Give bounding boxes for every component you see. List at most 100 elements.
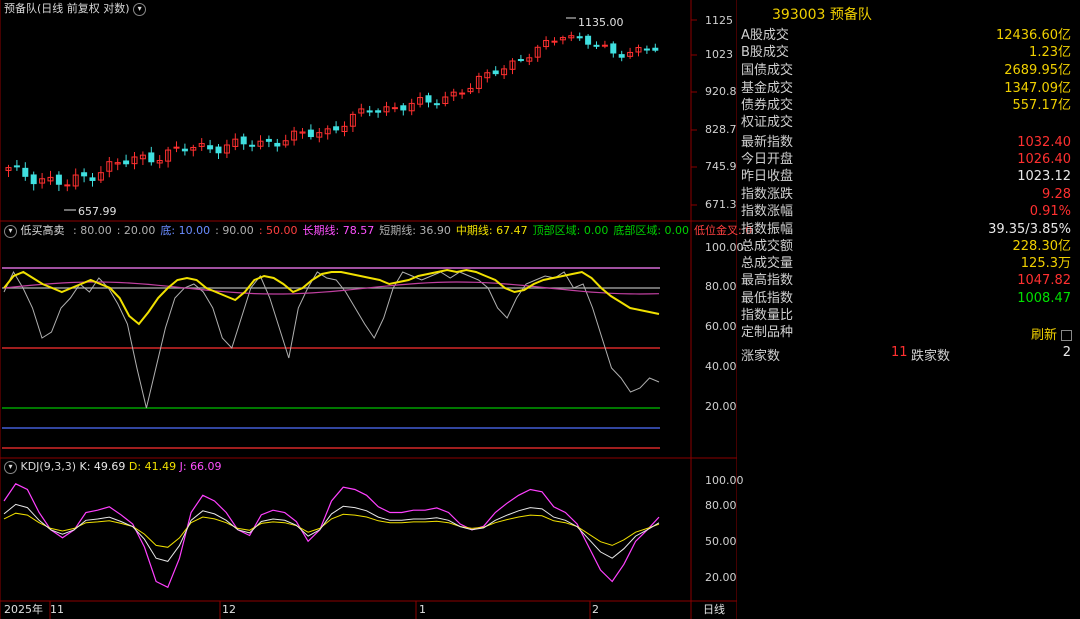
candle-body <box>249 144 256 147</box>
quote-row-label: 指数振幅 <box>741 222 794 237</box>
candle-body <box>89 177 96 181</box>
quote-row: 最新指数 1032.40 <box>741 134 1075 151</box>
indicator1-param: : 90.00 <box>215 224 254 237</box>
quote-row: 指数量比 <box>741 307 1075 324</box>
chart-area[interactable] <box>0 0 737 619</box>
quote-row: 今日开盘 1026.40 <box>741 151 1075 168</box>
low-annotation: 657.99 <box>78 205 117 219</box>
axis-tick-label: 828.7 <box>705 123 737 136</box>
quote-name: 预备队 <box>829 7 872 23</box>
axis-tick-label: 40.00 <box>705 360 737 373</box>
breadth-row: 涨家数 11 跌家数 2 <box>741 345 1075 364</box>
param-value: 10.00 <box>178 224 211 237</box>
indicator-menu-icon[interactable]: ▾ <box>4 460 17 474</box>
candle-body <box>207 145 214 150</box>
candle-body <box>585 35 592 45</box>
quote-row: 国债成交 2689.95亿 <box>741 62 1075 79</box>
candle-body <box>181 148 188 152</box>
quote-row-label: 债券成交 <box>741 98 794 113</box>
quote-row: B股成交 1.23亿 <box>741 44 1075 61</box>
axis-tick-label: 671.3 <box>705 198 737 211</box>
param-label: 长期线 <box>302 224 336 237</box>
candle-body <box>307 129 314 138</box>
candle-body <box>652 47 659 51</box>
quote-row: 基金成交 1347.09亿 <box>741 80 1075 97</box>
candle-body <box>433 103 440 106</box>
candle-body <box>13 165 20 168</box>
candle-body <box>64 184 71 187</box>
quote-row: 债券成交 557.17亿 <box>741 97 1075 114</box>
indicator1-param: 顶部区域: 0.00 <box>532 224 609 237</box>
param-label: 低位金叉 <box>694 224 739 237</box>
up-count: 11 <box>891 345 908 360</box>
quote-row-value: 1023.12 <box>1017 169 1071 184</box>
indicator2-name[interactable]: KDJ(9,3,3) <box>21 460 77 473</box>
main-chart-header: 预备队(日线 前复权 对数) ▾ <box>4 2 147 16</box>
refresh-icon[interactable] <box>1061 330 1073 341</box>
candle-body <box>593 44 600 47</box>
quote-row-value: 9.28 <box>1042 187 1071 202</box>
chevron-down-icon[interactable]: ▾ <box>133 2 147 16</box>
candle-body <box>240 136 247 145</box>
quote-row-label: 指数量比 <box>741 308 794 323</box>
quote-row-label: 基金成交 <box>741 81 794 96</box>
quote-row-label: 最高指数 <box>741 273 794 288</box>
kdj-k-line <box>3 503 660 562</box>
quote-row-value: 125.3万 <box>1020 256 1071 271</box>
candle-body <box>265 138 272 142</box>
quote-row-label: 最新指数 <box>741 135 794 150</box>
quote-row-label: 最低指数 <box>741 291 794 306</box>
axis-tick-label: 1023 <box>705 48 733 61</box>
indicator1-param: 短期线: 36.90 <box>379 224 451 237</box>
candle-body <box>610 43 617 54</box>
quote-row-value: 39.35/3.85% <box>988 222 1071 237</box>
indicator1-param: : 20.00 <box>116 224 156 237</box>
axis-tick-label: 920.8 <box>705 85 737 98</box>
indicator1-name[interactable]: 低买高卖 <box>21 224 65 237</box>
quote-row-label: 今日开盘 <box>741 152 794 167</box>
quote-row-label: 指数涨跌 <box>741 187 794 202</box>
quote-row-label: 国债成交 <box>741 63 794 78</box>
candle-body <box>551 40 558 43</box>
quote-row-value: 1047.82 <box>1017 273 1071 288</box>
param-value: 80.00 <box>80 224 112 237</box>
quote-row: 权证成交 <box>741 114 1075 131</box>
date-axis-dec: 12 <box>222 603 236 616</box>
axis-tick-label: 80.00 <box>705 280 737 293</box>
quote-row-label: B股成交 <box>741 45 789 60</box>
quote-row-value: 557.17亿 <box>1012 98 1072 113</box>
refresh-button[interactable]: 刷新 <box>1031 324 1073 343</box>
quote-row-label: 权证成交 <box>741 115 794 130</box>
indicator-menu-icon[interactable]: ▾ <box>4 224 17 238</box>
candle-body <box>123 160 130 165</box>
candle-body <box>618 54 625 58</box>
indicator1-params: : 80.00: 20.00 底: 10.00: 90.00: 50.00 长期线:… <box>68 224 752 237</box>
quote-row-value: 0.91% <box>1029 204 1071 219</box>
candle-body <box>459 92 466 95</box>
candle-body <box>215 146 222 154</box>
param-label: 中期线 <box>455 224 489 237</box>
quote-row-value: 12436.60亿 <box>995 28 1071 43</box>
candle-body <box>375 110 382 113</box>
indicator1-param: 长期线: 78.57 <box>302 224 375 237</box>
candle-body <box>366 110 373 113</box>
kdj-j-line <box>3 483 660 589</box>
period-label[interactable]: 日线 <box>703 603 725 617</box>
indicator1-param: 底部区域: 0.00 <box>613 224 690 237</box>
param-value: 90.00 <box>222 224 254 237</box>
candle-body <box>576 36 583 39</box>
quote-row-value: 2689.95亿 <box>1004 63 1071 78</box>
axis-tick-label: 50.00 <box>705 535 737 548</box>
kdj-k-label: K <box>79 460 87 473</box>
quote-row: 定制品种 <box>741 324 1075 341</box>
up-label: 涨家数 <box>741 349 781 364</box>
param-value: 20.00 <box>123 224 156 237</box>
param-label: 短期线 <box>379 224 413 237</box>
candle-body <box>55 174 62 185</box>
indicator1-param: : 50.00 <box>258 224 298 237</box>
quote-row: 昨日收盘 1023.12 <box>741 168 1075 185</box>
axis-tick-label: 20.00 <box>705 400 737 413</box>
param-label: 底部区域 <box>613 224 658 237</box>
indicator1-header: ▾ 低买高卖 : 80.00: 20.00 底: 10.00: 90.00: 50… <box>4 224 752 238</box>
axis-tick-label: 745.9 <box>705 160 737 173</box>
